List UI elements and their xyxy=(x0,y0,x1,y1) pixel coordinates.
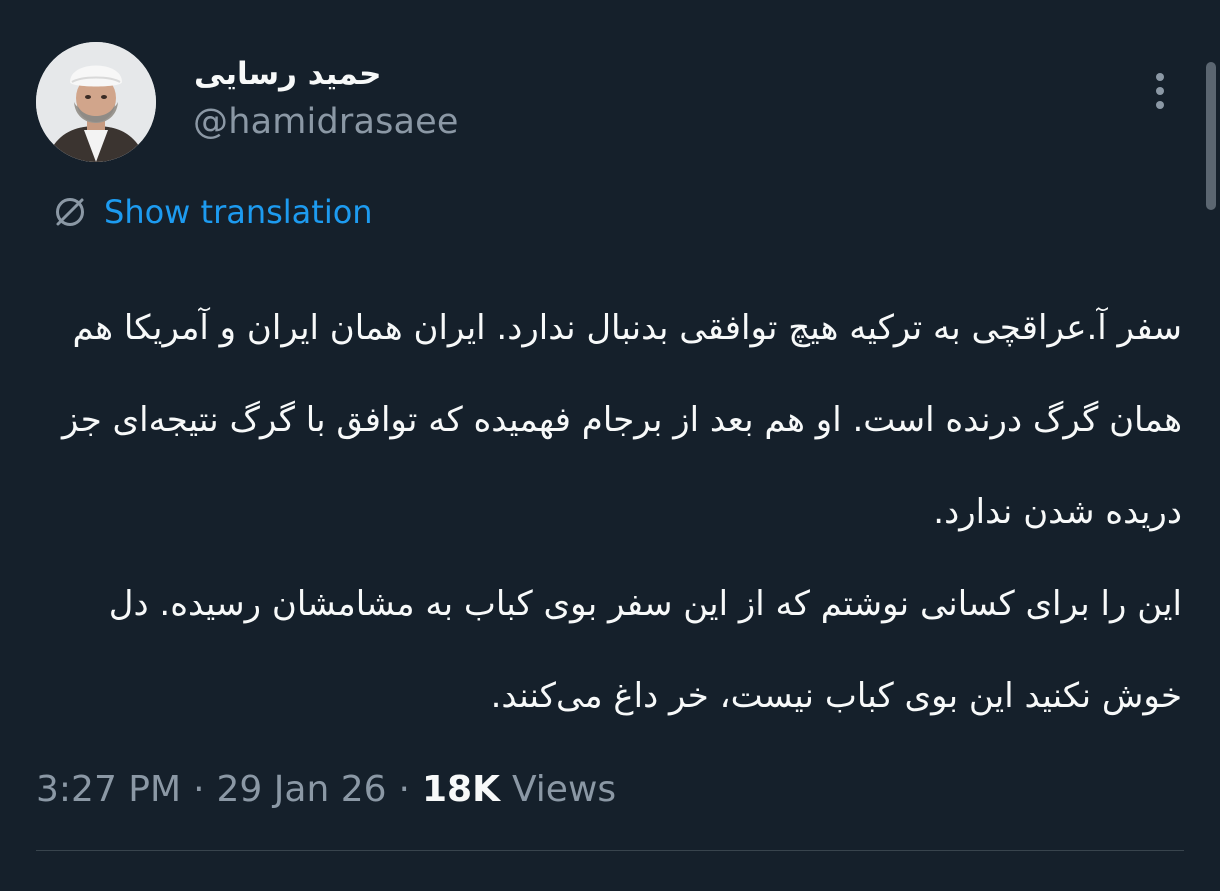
author-handle[interactable]: @hamidrasaee xyxy=(193,100,459,144)
show-translation-label: Show translation xyxy=(104,193,373,231)
tweet-metadata: 3:27 PM · 29 Jan 26 · 18K Views xyxy=(36,764,616,814)
divider xyxy=(36,850,1184,851)
translate-icon xyxy=(56,198,84,226)
tweet-text: سفر آ.عراقچی به ترکیه هیچ توافقی بدنبال … xyxy=(22,282,1182,742)
more-vertical-icon-dot xyxy=(1156,101,1164,109)
meta-separator: · xyxy=(193,768,205,810)
scrollbar-thumb[interactable] xyxy=(1206,62,1216,210)
author-display-name[interactable]: حمید رسایی xyxy=(194,54,381,94)
tweet-date[interactable]: 29 Jan 26 xyxy=(217,769,387,810)
views-count[interactable]: 18K xyxy=(422,769,500,810)
show-translation-link[interactable]: Show translation xyxy=(52,190,373,234)
tweet-paragraph: سفر آ.عراقچی به ترکیه هیچ توافقی بدنبال … xyxy=(61,308,1182,532)
more-vertical-icon-dot xyxy=(1156,87,1164,95)
avatar-image xyxy=(36,42,156,162)
views-label[interactable]: Views xyxy=(512,769,616,810)
more-vertical-icon xyxy=(1156,73,1164,81)
avatar[interactable] xyxy=(36,42,156,162)
meta-separator: · xyxy=(398,768,410,810)
tweet-detail-view: حمید رسایی @hamidrasaee Show translation… xyxy=(0,0,1220,891)
more-options-button[interactable] xyxy=(1140,66,1180,116)
tweet-time[interactable]: 3:27 PM xyxy=(36,769,181,810)
tweet-paragraph: این را برای کسانی نوشتم که از این سفر بو… xyxy=(108,584,1182,716)
